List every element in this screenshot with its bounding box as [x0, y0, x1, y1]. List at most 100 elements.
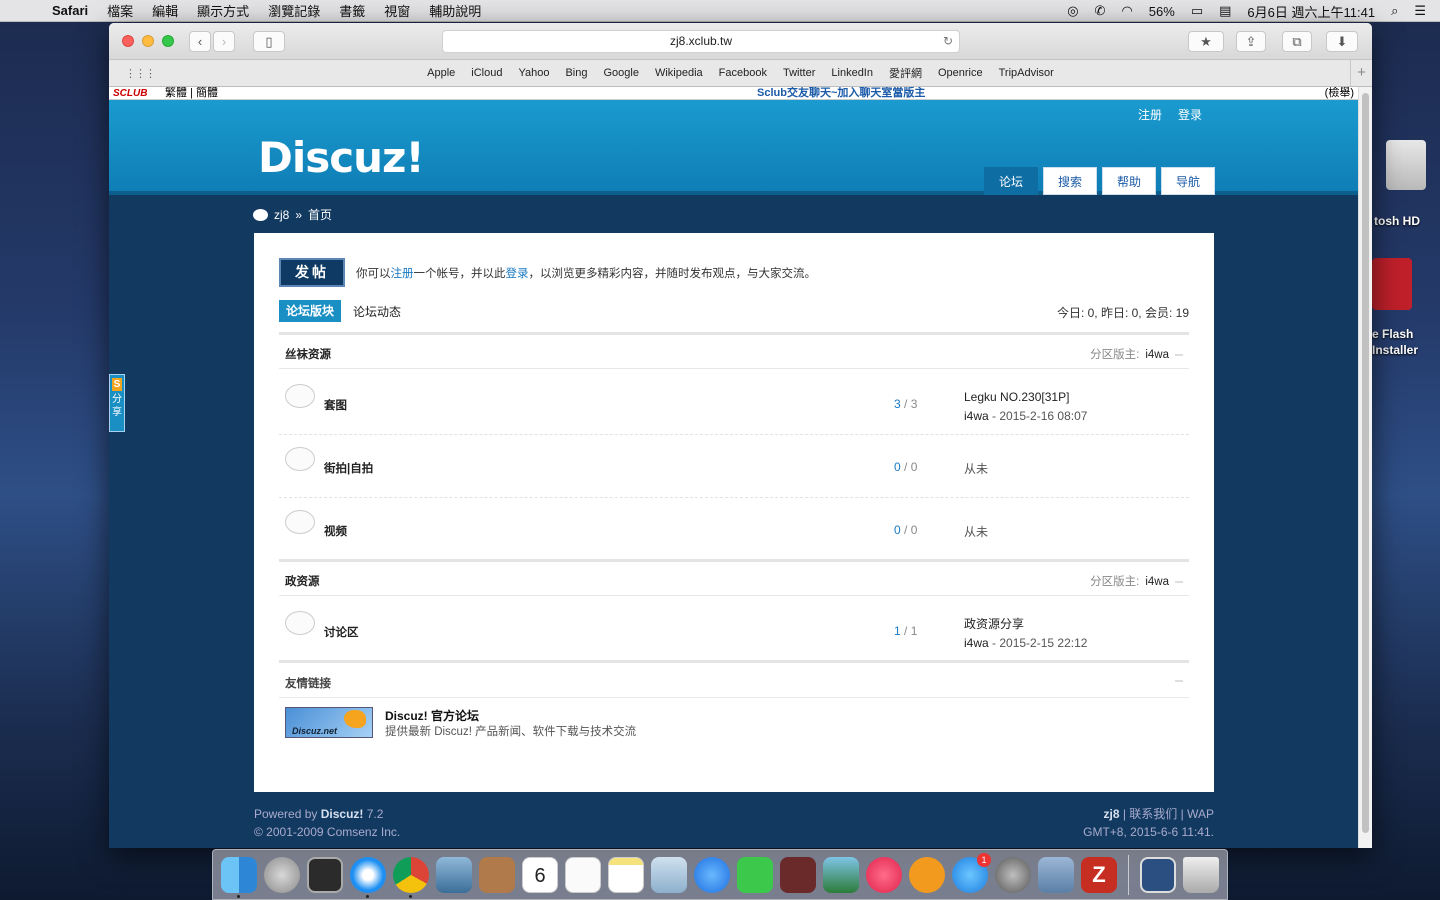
share-side-tab[interactable]: S 分 享 [109, 374, 125, 432]
friend-link-title[interactable]: Discuz! 官方论坛 [385, 707, 479, 724]
register-link[interactable]: 注册 [1138, 106, 1162, 123]
forum-name[interactable]: 视频 [324, 523, 347, 539]
clock[interactable]: 6月6日 週六上午11:41 [1247, 2, 1375, 21]
forum-name[interactable]: 套图 [324, 397, 347, 413]
input-flag-icon[interactable]: ▤ [1219, 3, 1231, 19]
login-link[interactable]: 登录 [1178, 106, 1202, 123]
sidebar-toggle-icon[interactable]: ▯ [253, 31, 285, 52]
menu-file[interactable]: 檔案 [107, 1, 133, 20]
moderator-name[interactable]: i4wa [1145, 576, 1169, 588]
downloads-icon[interactable]: ⬇ [1326, 31, 1358, 52]
wap-link[interactable]: WAP [1187, 807, 1214, 821]
spotlight-icon[interactable]: ⌕ [1391, 3, 1398, 19]
minimized-window-icon[interactable] [1140, 856, 1176, 893]
nav-tab-forum[interactable]: 论坛 [984, 167, 1038, 195]
photo-booth-icon[interactable] [780, 856, 816, 893]
vpn-icon[interactable]: ◎ [1067, 3, 1078, 19]
system-preferences-icon[interactable] [995, 856, 1031, 893]
fav-openrice[interactable]: Openrice [938, 67, 983, 79]
fullscreen-window-button[interactable] [162, 35, 174, 47]
new-post-button[interactable]: 发帖 [279, 258, 345, 287]
sclub-promo-link[interactable]: Sclub交友聊天~加入聊天室當版主 [757, 87, 925, 100]
calendar-icon[interactable]: 6 [522, 856, 558, 893]
section-name[interactable]: 丝袜资源 [285, 346, 331, 362]
ibooks-icon[interactable] [909, 856, 945, 893]
battery-icon[interactable]: ▭ [1191, 3, 1203, 19]
reader-bookmark-icon[interactable]: ★ [1188, 31, 1224, 52]
fav-apple[interactable]: Apple [427, 67, 455, 79]
forum-name[interactable]: 街拍|自拍 [324, 460, 373, 476]
forum-name[interactable]: 讨论区 [324, 624, 359, 640]
menu-help[interactable]: 輔助說明 [429, 1, 481, 20]
chrome-icon[interactable] [393, 856, 429, 898]
last-post-user[interactable]: i4wa [964, 409, 989, 423]
intro-register-link[interactable]: 注册 [391, 268, 414, 280]
last-post-title[interactable]: 政资源分享 [964, 615, 1087, 634]
mail-icon[interactable] [436, 856, 472, 893]
trash-icon[interactable] [1183, 856, 1219, 893]
nav-tab-help[interactable]: 帮助 [1102, 167, 1156, 195]
nav-tab-navigation[interactable]: 导航 [1161, 167, 1215, 195]
fav-facebook[interactable]: Facebook [719, 67, 767, 79]
tabs-overview-icon[interactable]: ⧉ [1282, 31, 1312, 52]
minimize-window-button[interactable] [142, 35, 154, 47]
collapse-icon[interactable] [1175, 580, 1183, 583]
menu-app-name[interactable]: Safari [52, 3, 88, 18]
page-scrollbar[interactable] [1358, 87, 1372, 848]
reminders-icon[interactable] [565, 856, 601, 893]
site-logo[interactable]: Discuz! [258, 133, 425, 182]
fav-google[interactable]: Google [604, 67, 639, 79]
last-post-title[interactable]: Legku NO.230[31P] [964, 388, 1087, 407]
collapse-icon[interactable] [1175, 353, 1183, 356]
footer-site-link[interactable]: zj8 [1103, 807, 1119, 821]
section-name[interactable]: 政资源 [285, 573, 320, 589]
fav-wikipedia[interactable]: Wikipedia [655, 67, 703, 79]
address-bar[interactable]: zj8.xclub.tw ↻ [442, 30, 960, 53]
facetime-icon[interactable] [737, 856, 773, 893]
migration-assistant-icon[interactable] [1038, 856, 1074, 893]
intro-login-link[interactable]: 登录 [506, 268, 529, 280]
collapse-icon[interactable] [1175, 680, 1183, 682]
messages-icon[interactable] [694, 856, 730, 893]
share-icon[interactable]: ⇪ [1236, 31, 1266, 52]
tab-forum-boards[interactable]: 论坛版块 [279, 300, 342, 322]
new-tab-plus-icon[interactable]: + [1350, 60, 1372, 86]
fav-tripadvisor[interactable]: TripAdvisor [999, 67, 1054, 79]
close-window-button[interactable] [122, 35, 134, 47]
menu-history[interactable]: 瀏覽記錄 [268, 1, 320, 20]
maps-icon[interactable] [651, 856, 687, 893]
wifi-icon[interactable]: ◠ [1121, 3, 1132, 19]
last-post-user[interactable]: i4wa [964, 636, 989, 650]
fav-linkedin[interactable]: LinkedIn [831, 67, 873, 79]
sclub-logo[interactable]: SCLUB [113, 87, 147, 100]
fav-yahoo[interactable]: Yahoo [518, 67, 549, 79]
menu-bookmarks[interactable]: 書籤 [339, 1, 365, 20]
iphoto-icon[interactable] [823, 856, 859, 893]
safari-icon[interactable] [350, 856, 386, 898]
top-sites-grid-icon[interactable]: ⋮⋮⋮ [125, 67, 156, 80]
tab-forum-activity[interactable]: 论坛动态 [353, 303, 401, 320]
contact-link[interactable]: 联系我们 [1129, 807, 1177, 821]
dashboard-icon[interactable] [307, 856, 343, 893]
filezilla-icon[interactable]: Z [1081, 856, 1117, 893]
discuz-net-logo[interactable]: Discuz.net [285, 707, 373, 738]
product-link[interactable]: Discuz! [321, 807, 364, 821]
menu-edit[interactable]: 編輯 [152, 1, 178, 20]
launchpad-icon[interactable] [264, 856, 300, 893]
flash-installer-icon[interactable] [1372, 258, 1412, 310]
back-button[interactable]: ‹ [189, 31, 211, 52]
phone-icon[interactable]: ✆ [1095, 3, 1106, 19]
forward-button[interactable]: › [213, 31, 235, 52]
menu-view[interactable]: 顯示方式 [197, 1, 249, 20]
moderator-name[interactable]: i4wa [1145, 349, 1169, 361]
notification-center-icon[interactable]: ☰ [1414, 3, 1426, 19]
finder-icon[interactable] [221, 856, 257, 898]
fav-bing[interactable]: Bing [565, 67, 587, 79]
report-link[interactable]: (檢舉) [1325, 87, 1354, 100]
breadcrumb-site[interactable]: zj8 [274, 208, 289, 222]
language-switch[interactable]: 繁體 | 簡體 [165, 87, 218, 100]
hard-drive-icon[interactable] [1372, 140, 1432, 200]
contacts-icon[interactable] [479, 856, 515, 893]
menu-window[interactable]: 視窗 [384, 1, 410, 20]
reload-icon[interactable]: ↻ [943, 31, 953, 52]
